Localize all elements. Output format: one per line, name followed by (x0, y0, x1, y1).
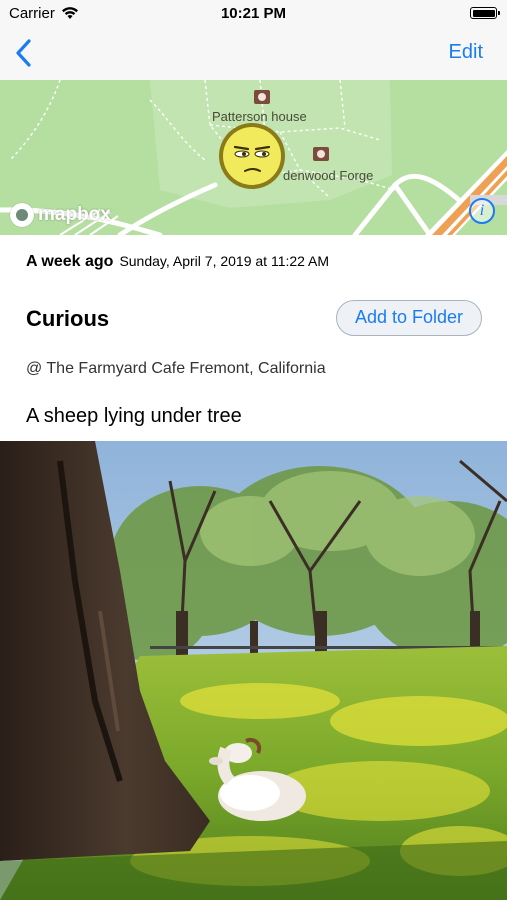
chevron-left-icon (16, 39, 31, 67)
status-bar: Carrier 10:21 PM (0, 0, 507, 28)
camera-icon (254, 90, 270, 104)
add-to-folder-button[interactable]: Add to Folder (336, 300, 482, 336)
clock: 10:21 PM (220, 5, 287, 22)
sheep-under-tree-photo (0, 441, 507, 900)
mood-pin[interactable] (219, 123, 285, 189)
battery-icon (470, 7, 500, 19)
mapbox-attribution[interactable]: mapbox (10, 202, 111, 228)
mapbox-logo-icon (10, 203, 34, 227)
full-date: Sunday, April 7, 2019 at 11:22 AM (119, 253, 330, 269)
entry-note: A sheep lying under tree (26, 405, 242, 427)
back-button[interactable] (12, 38, 38, 68)
museum-icon (313, 147, 329, 161)
edit-button[interactable]: Edit (449, 41, 483, 64)
map-info-button[interactable]: i (469, 198, 495, 224)
location-label: @ The Farmyard Cafe Fremont, California (26, 360, 326, 377)
mood-title: Curious (26, 306, 110, 331)
date-row: A week ago Sunday, April 7, 2019 at 11:22… (26, 253, 329, 271)
navigation-bar: Edit (0, 28, 507, 80)
entry-photo[interactable] (0, 441, 507, 900)
unamused-face-icon (223, 127, 281, 185)
mapbox-wordmark: mapbox (38, 204, 111, 225)
relative-date: A week ago (26, 253, 114, 270)
map-label-forge: denwood Forge (283, 168, 374, 183)
map-label-patterson: Patterson house (212, 109, 307, 124)
